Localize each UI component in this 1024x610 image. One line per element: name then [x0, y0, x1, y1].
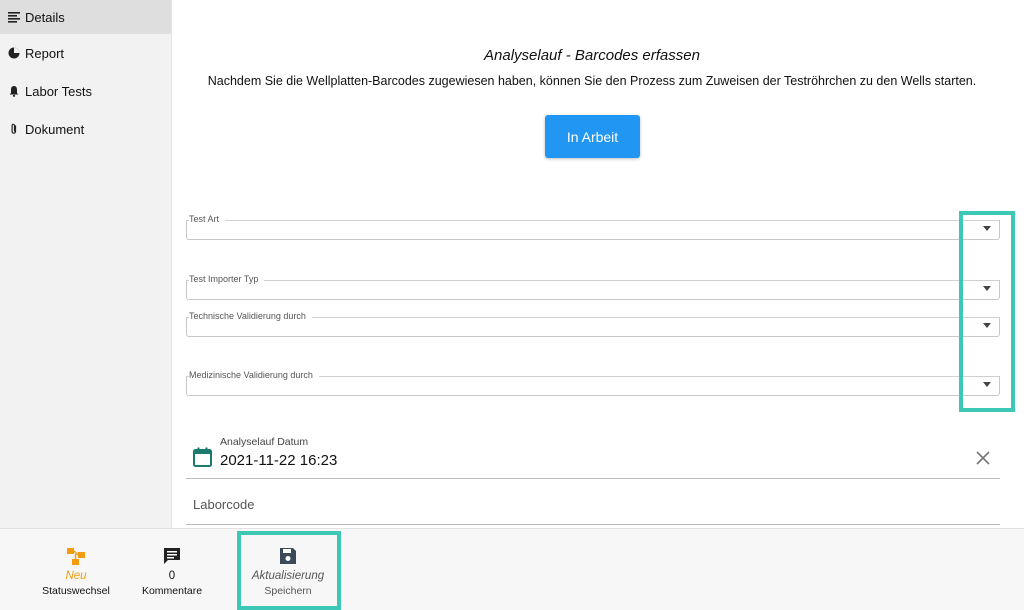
- sidebar-item-labor-tests[interactable]: Labor Tests: [0, 72, 171, 110]
- sidebar-item-label: Dokument: [25, 121, 85, 137]
- pie-chart-icon: [8, 47, 20, 59]
- save-status-value: Aktualisierung: [251, 570, 325, 582]
- test-importer-typ-dropdown[interactable]: [186, 280, 1000, 300]
- status-value: Neu: [65, 570, 87, 582]
- comment-count: 0: [168, 570, 176, 582]
- sidebar-item-report[interactable]: Report: [0, 34, 171, 72]
- comment-icon: [162, 546, 182, 566]
- dropdown-arrow-icon[interactable]: [983, 226, 991, 231]
- sidebar-item-label: Details: [25, 9, 65, 25]
- kommentare-button[interactable]: 0 Kommentare: [130, 529, 214, 610]
- status-button[interactable]: In Arbeit: [545, 115, 640, 158]
- analyselauf-datum-value[interactable]: 2021-11-22 16:23: [220, 452, 337, 469]
- bottom-action-bar: Neu Statuswechsel 0 Kommentare Aktualisi…: [0, 528, 1024, 610]
- technische-validierung-label: Technische Validierung durch: [189, 311, 312, 321]
- medizinische-validierung-label: Medizinische Validierung durch: [189, 370, 319, 380]
- workflow-icon: [66, 546, 86, 566]
- bell-icon: [8, 85, 20, 97]
- clear-icon[interactable]: [976, 451, 990, 465]
- paperclip-icon: [8, 123, 20, 135]
- main-panel: Analyselauf - Barcodes erfassen Nachdem …: [172, 0, 1024, 528]
- test-art-dropdown[interactable]: [186, 220, 1000, 240]
- laborcode-label: Laborcode: [193, 497, 255, 512]
- statuswechsel-label: Statuswechsel: [42, 585, 110, 597]
- dropdown-arrow-icon[interactable]: [983, 323, 991, 328]
- page-title: Analyselauf - Barcodes erfassen: [484, 47, 700, 64]
- dropdown-arrow-icon[interactable]: [983, 382, 991, 387]
- speichern-label: Speichern: [264, 585, 312, 597]
- calendar-icon[interactable]: [193, 447, 212, 467]
- page-description: Nachdem Sie die Wellplatten-Barcodes zug…: [207, 74, 977, 88]
- analyselauf-datum-field[interactable]: Analyselauf Datum 2021-11-22 16:23: [186, 430, 1000, 479]
- list-icon: [8, 11, 20, 23]
- test-importer-typ-label: Test Importer Typ: [189, 274, 265, 284]
- sidebar-item-details[interactable]: Details: [0, 0, 171, 34]
- analyselauf-datum-label: Analyselauf Datum: [220, 436, 309, 448]
- speichern-button[interactable]: Aktualisierung Speichern: [242, 529, 334, 610]
- sidebar: Details Report Labor Tests Dokument: [0, 0, 172, 528]
- sidebar-item-dokument[interactable]: Dokument: [0, 110, 171, 148]
- sidebar-item-label: Labor Tests: [25, 83, 92, 99]
- statuswechsel-button[interactable]: Neu Statuswechsel: [30, 529, 122, 610]
- test-art-label: Test Art: [189, 214, 226, 224]
- save-icon: [278, 546, 298, 566]
- kommentare-label: Kommentare: [141, 585, 203, 597]
- dropdown-arrow-icon[interactable]: [983, 286, 991, 291]
- sidebar-item-label: Report: [25, 45, 65, 61]
- laborcode-field[interactable]: Laborcode: [186, 480, 1000, 525]
